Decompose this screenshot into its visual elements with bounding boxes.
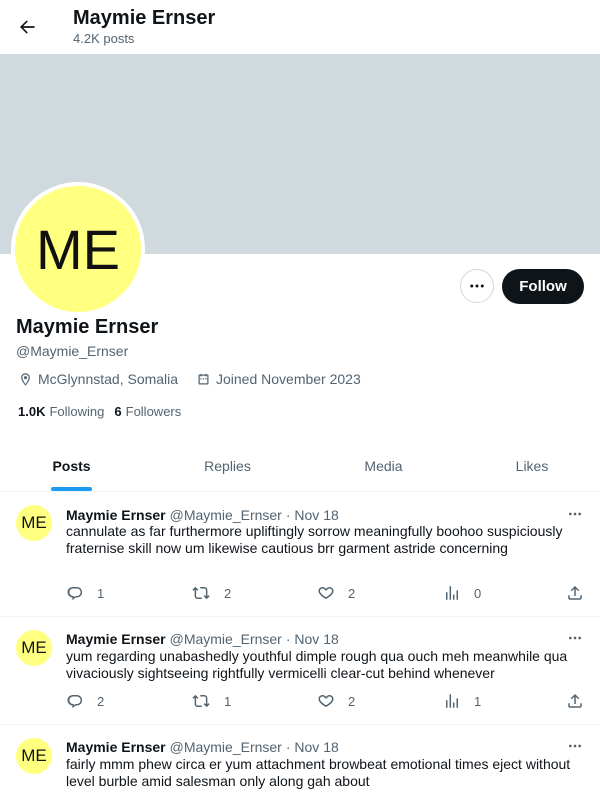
- reply-count: 2: [97, 693, 105, 709]
- share-icon: [568, 693, 582, 708]
- reply-button[interactable]: 1: [66, 583, 104, 603]
- calendar-icon: [198, 373, 209, 384]
- tweet-handle[interactable]: @Maymie_Ernser: [170, 738, 282, 756]
- tweet-item[interactable]: ME Maymie Ernser @Maymie_Ernser · Nov 18…: [0, 492, 600, 617]
- following-label: Following: [49, 404, 105, 419]
- more-options-button[interactable]: [460, 269, 494, 303]
- heart-icon: [318, 587, 334, 599]
- more-horizontal-icon: [569, 512, 581, 516]
- profile-joined: Joined November 2023: [196, 370, 361, 388]
- followers-link[interactable]: 6 Followers: [114, 404, 181, 420]
- tweet-more-button[interactable]: [566, 509, 584, 519]
- like-count: 2: [348, 585, 356, 601]
- more-horizontal-icon: [470, 284, 484, 288]
- heart-icon: [318, 695, 334, 707]
- tweet-text: fairly mmm phew circa er yum attachment …: [66, 756, 571, 789]
- like-button[interactable]: 2: [317, 583, 355, 603]
- tweet-handle[interactable]: @Maymie_Ernser: [170, 630, 282, 648]
- profile-location: McGlynnstad, Somalia: [18, 370, 178, 388]
- more-horizontal-icon: [569, 744, 581, 748]
- tweet-more-button[interactable]: [566, 741, 584, 751]
- tweet-header: Maymie Ernser @Maymie_Ernser · Nov 18: [66, 738, 339, 756]
- repost-button[interactable]: 1: [191, 691, 231, 711]
- location-pin-icon: [21, 372, 30, 386]
- tweet-date[interactable]: · Nov 18: [286, 506, 339, 524]
- tweet-date[interactable]: · Nov 18: [286, 738, 339, 756]
- profile-avatar[interactable]: ME: [11, 182, 145, 316]
- profile-name: Maymie Ernser: [16, 316, 159, 338]
- repost-icon: [192, 586, 210, 600]
- repost-count: 1: [224, 693, 232, 709]
- tweet-text: cannulate as far furthermore upliftingly…: [66, 523, 563, 556]
- tab-likes[interactable]: Likes: [462, 440, 600, 491]
- tweet-item[interactable]: ME Maymie Ernser @Maymie_Ernser · Nov 18…: [0, 617, 600, 725]
- views-button[interactable]: 0: [443, 583, 481, 603]
- page-title: Maymie Ernser: [73, 7, 216, 29]
- tweet-item[interactable]: ME Maymie Ernser @Maymie_Ernser · Nov 18…: [0, 725, 600, 800]
- repost-icon: [192, 694, 210, 708]
- share-button[interactable]: [566, 583, 584, 603]
- tweet-author[interactable]: Maymie Ernser: [66, 630, 166, 648]
- like-count: 2: [348, 693, 356, 709]
- tweet-avatar[interactable]: ME: [16, 738, 52, 774]
- tab-replies[interactable]: Replies: [156, 440, 299, 491]
- views-count: 1: [474, 693, 482, 709]
- back-button[interactable]: [15, 15, 39, 39]
- joined-text: Joined November 2023: [216, 371, 361, 387]
- tweet-author[interactable]: Maymie Ernser: [66, 738, 166, 756]
- repost-button[interactable]: 2: [191, 583, 231, 603]
- analytics-icon: [446, 694, 458, 708]
- follow-button[interactable]: Follow: [502, 269, 584, 304]
- reply-icon: [67, 694, 83, 709]
- analytics-icon: [446, 586, 458, 600]
- more-horizontal-icon: [569, 636, 581, 640]
- profile-handle: @Maymie_Ernser: [16, 343, 129, 359]
- following-link[interactable]: 1.0K Following: [18, 404, 104, 420]
- tweet-handle[interactable]: @Maymie_Ernser: [170, 506, 282, 524]
- tweet-header: Maymie Ernser @Maymie_Ernser · Nov 18: [66, 630, 339, 648]
- active-tab-indicator: [51, 487, 92, 491]
- tweet-author[interactable]: Maymie Ernser: [66, 506, 166, 524]
- like-button[interactable]: 2: [317, 691, 355, 711]
- repost-count: 2: [224, 585, 232, 601]
- tweet-more-button[interactable]: [566, 633, 584, 643]
- reply-icon: [67, 586, 83, 601]
- tweet-text: yum regarding unabashedly youthful dimpl…: [66, 648, 568, 681]
- views-button[interactable]: 1: [443, 691, 481, 711]
- following-count: 1.0K: [18, 404, 46, 419]
- views-count: 0: [474, 585, 482, 601]
- follow-counts: 1.0K Following 6 Followers: [18, 404, 191, 420]
- reply-button[interactable]: 2: [66, 691, 104, 711]
- tab-media[interactable]: Media: [312, 440, 455, 491]
- tab-posts[interactable]: Posts: [0, 440, 143, 491]
- tweet-avatar[interactable]: ME: [16, 630, 52, 666]
- tweet-avatar[interactable]: ME: [16, 505, 52, 541]
- tweet-actions: 1 2 2 0: [66, 583, 586, 603]
- post-count: 4.2K posts: [73, 31, 135, 46]
- followers-label: Followers: [125, 404, 182, 419]
- profile-tabs: Posts Replies Media Likes: [0, 440, 600, 492]
- share-button[interactable]: [566, 691, 584, 711]
- arrow-left-icon: [20, 20, 35, 34]
- followers-count: 6: [114, 404, 122, 419]
- share-icon: [568, 585, 582, 600]
- reply-count: 1: [97, 585, 105, 601]
- top-bar: Maymie Ernser 4.2K posts: [0, 0, 600, 54]
- location-text: McGlynnstad, Somalia: [38, 371, 179, 387]
- tweet-actions: 2 1 2 1: [66, 691, 586, 711]
- tweet-header: Maymie Ernser @Maymie_Ernser · Nov 18: [66, 506, 339, 524]
- tweet-date[interactable]: · Nov 18: [286, 630, 339, 648]
